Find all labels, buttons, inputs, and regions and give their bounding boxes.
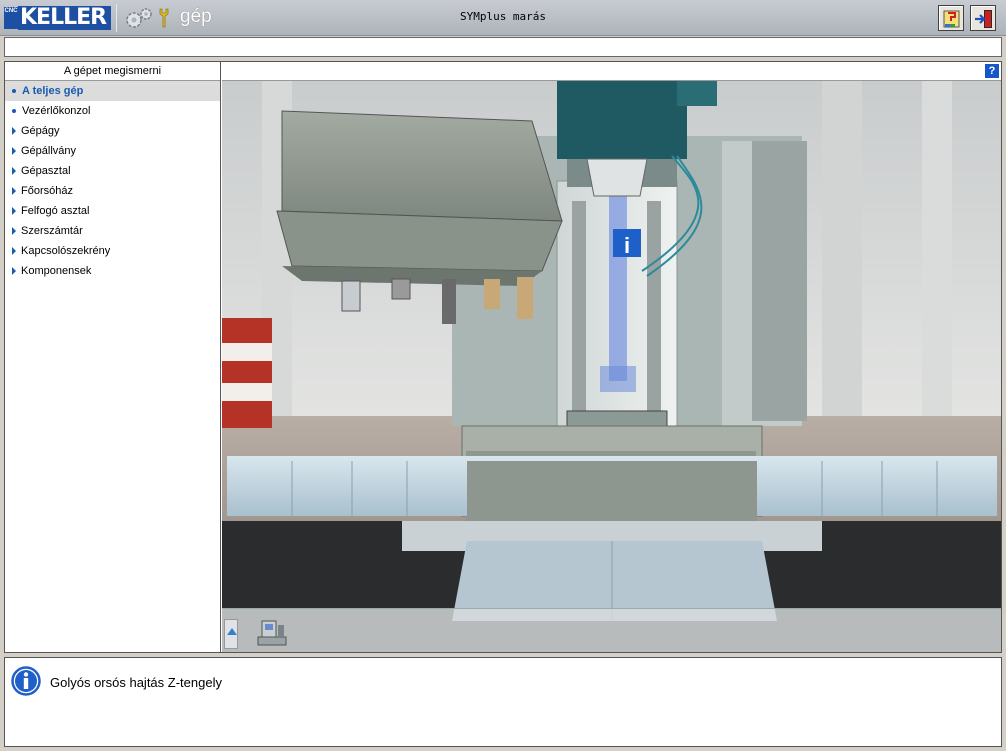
sidebar-item-label: Gépágy [21, 125, 60, 137]
title-bar: CNC KELLER gép SYMplus marás [0, 0, 1006, 36]
sidebar: A gépet megismerni A teljes gép Vezérlőko… [5, 62, 221, 652]
expand-up-button[interactable] [224, 619, 238, 649]
sidebar-item-5[interactable]: Gépasztal [5, 161, 220, 181]
triangle-right-icon [12, 187, 16, 195]
info-message: Golyós orsós hajtás Z-tengely [50, 675, 222, 690]
main-panel: A gépet megismerni A teljes gép Vezérlőko… [4, 61, 1002, 653]
sidebar-item-label: Komponensek [21, 265, 92, 277]
viewer-header: ? [222, 62, 1001, 81]
help-button[interactable]: ? [985, 64, 999, 78]
info-icon [11, 666, 41, 696]
sidebar-item-6[interactable]: Főorsóház [5, 181, 220, 201]
sidebar-item-label: Szerszámtár [21, 225, 83, 237]
sidebar-item-3[interactable]: Gépágy [5, 121, 220, 141]
triangle-right-icon [12, 167, 16, 175]
triangle-right-icon [12, 127, 16, 135]
scene-toolbar [222, 608, 1001, 652]
machine-render: i [222, 81, 1001, 652]
sidebar-list: A teljes gép Vezérlőkonzol Gépágy Gépállván… [5, 81, 220, 281]
app-title: SYMplus marás [459, 10, 547, 23]
sidebar-item-4[interactable]: Gépállvány [5, 141, 220, 161]
sidebar-item-label: A teljes gép [22, 85, 84, 97]
info-hotspot[interactable]: i [624, 233, 630, 258]
triangle-right-icon [12, 247, 16, 255]
sidebar-item-label: Vezérlőkonzol [22, 105, 91, 117]
sidebar-item-label: Gépasztal [21, 165, 71, 177]
sidebar-item-7[interactable]: Felfogó asztal [5, 201, 220, 221]
sidebar-item-1[interactable]: A teljes gép [5, 81, 220, 101]
sidebar-item-8[interactable]: Szerszámtár [5, 221, 220, 241]
machine-3d-scene[interactable]: i [222, 81, 1001, 652]
navigation-strip [4, 37, 1002, 57]
sidebar-item-label: Főorsóház [21, 185, 73, 197]
sidebar-item-10[interactable]: Komponensek [5, 261, 220, 281]
sidebar-item-2[interactable]: Vezérlőkonzol [5, 101, 220, 121]
sidebar-item-9[interactable]: Kapcsolószekrény [5, 241, 220, 261]
exit-door-icon [975, 10, 992, 28]
sidebar-item-label: Kapcsolószekrény [21, 245, 111, 257]
machine-thumbnail-icon[interactable] [256, 617, 288, 647]
exit-button[interactable] [970, 5, 996, 31]
bullet-dot-icon [12, 109, 16, 113]
triangle-right-icon [12, 227, 16, 235]
sidebar-item-label: Felfogó asztal [21, 205, 90, 217]
book-help-icon [943, 10, 960, 28]
bullet-dot-icon [12, 89, 16, 93]
triangle-right-icon [12, 267, 16, 275]
sidebar-heading: A gépet megismerni [5, 62, 220, 81]
info-panel: Golyós orsós hajtás Z-tengely [4, 657, 1002, 747]
sidebar-item-label: Gépállvány [21, 145, 77, 157]
help-book-button[interactable] [938, 5, 964, 31]
triangle-right-icon [12, 147, 16, 155]
machine-viewer: ? i [222, 62, 1001, 652]
triangle-right-icon [12, 207, 16, 215]
